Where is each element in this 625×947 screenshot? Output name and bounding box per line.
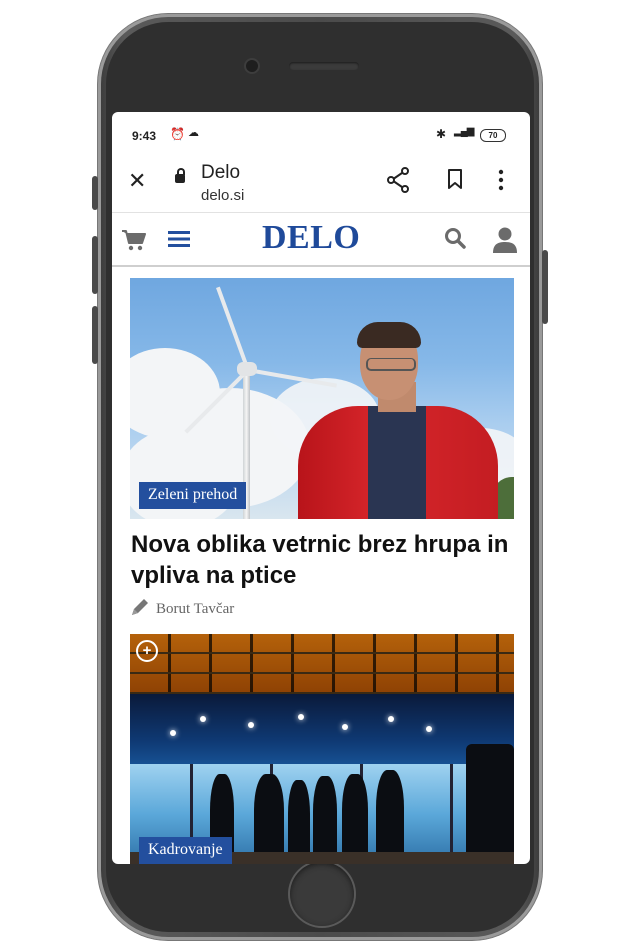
- window-frame: [450, 764, 453, 864]
- volume-down-button: [92, 306, 98, 364]
- ceiling-light: [342, 724, 348, 730]
- image-ceiling-grid: [130, 634, 514, 694]
- hamburger-menu-icon[interactable]: [168, 230, 190, 253]
- home-button[interactable]: [290, 862, 354, 926]
- mute-switch: [92, 176, 98, 210]
- alarm-icon: ⏰: [170, 127, 185, 141]
- person-silhouette: [254, 774, 284, 864]
- battery-indicator: 70: [480, 129, 506, 142]
- person-shirt: [368, 406, 426, 519]
- front-camera: [246, 60, 258, 72]
- page-title: Delo: [201, 162, 241, 183]
- image-wall: [130, 694, 514, 774]
- phone-screen: 9:43 ⏰ ☁ ✱ ▂▄▆ 70 ✕ Delo delo.si DELO Ze…: [112, 112, 530, 864]
- pen-icon: [130, 597, 150, 622]
- ceiling-light: [200, 716, 206, 722]
- signal-icon: ▂▄▆: [454, 126, 474, 137]
- cart-icon[interactable]: [121, 229, 147, 256]
- site-header: DELO: [112, 213, 530, 267]
- image-pillar: [466, 744, 514, 864]
- ceiling-light: [426, 726, 432, 732]
- turbine-blade: [216, 286, 250, 371]
- turbine-hub: [237, 362, 257, 376]
- ceiling-light: [388, 716, 394, 722]
- author-name[interactable]: Borut Tavčar: [156, 601, 234, 618]
- article-image[interactable]: Zeleni prehod: [130, 278, 514, 519]
- article-author: Borut Tavčar: [130, 597, 514, 622]
- share-icon[interactable]: [386, 167, 410, 198]
- lock-icon: [175, 168, 185, 183]
- person-hair: [357, 322, 421, 348]
- category-tag[interactable]: Kadrovanje: [139, 837, 232, 864]
- bookmark-icon[interactable]: [446, 168, 464, 195]
- person-glasses: [366, 358, 416, 371]
- user-icon[interactable]: [492, 226, 518, 259]
- close-icon[interactable]: ✕: [128, 168, 146, 194]
- status-time: 9:43: [132, 129, 157, 143]
- person-silhouette: [342, 774, 368, 864]
- browser-toolbar: ✕ Delo delo.si: [112, 152, 530, 213]
- power-button: [542, 250, 548, 324]
- article-card[interactable]: + Kadrovanje: [130, 634, 514, 864]
- cloud-icon: ☁: [188, 127, 199, 139]
- ceiling-light: [248, 722, 254, 728]
- ceiling-light: [298, 714, 304, 720]
- article-headline[interactable]: Nova oblika vetrnic brez hrupa in vpliva…: [131, 529, 514, 591]
- search-icon[interactable]: [444, 227, 466, 254]
- site-logo[interactable]: DELO: [262, 219, 360, 257]
- article-image[interactable]: + Kadrovanje: [130, 634, 514, 864]
- ceiling-light: [170, 730, 176, 736]
- article-card[interactable]: Zeleni prehod Nova oblika vetrnic brez h…: [130, 278, 514, 622]
- plus-circle-icon: +: [136, 640, 158, 662]
- person-silhouette: [313, 776, 337, 864]
- status-bar: 9:43 ⏰ ☁ ✱ ▂▄▆ 70: [112, 112, 530, 152]
- person-silhouette: [376, 770, 404, 864]
- volume-up-button: [92, 236, 98, 294]
- more-vertical-icon[interactable]: [498, 169, 504, 196]
- bluetooth-icon: ✱: [436, 127, 447, 141]
- page-url[interactable]: delo.si: [201, 187, 244, 204]
- earpiece-speaker: [289, 62, 359, 70]
- category-tag[interactable]: Zeleni prehod: [139, 482, 247, 509]
